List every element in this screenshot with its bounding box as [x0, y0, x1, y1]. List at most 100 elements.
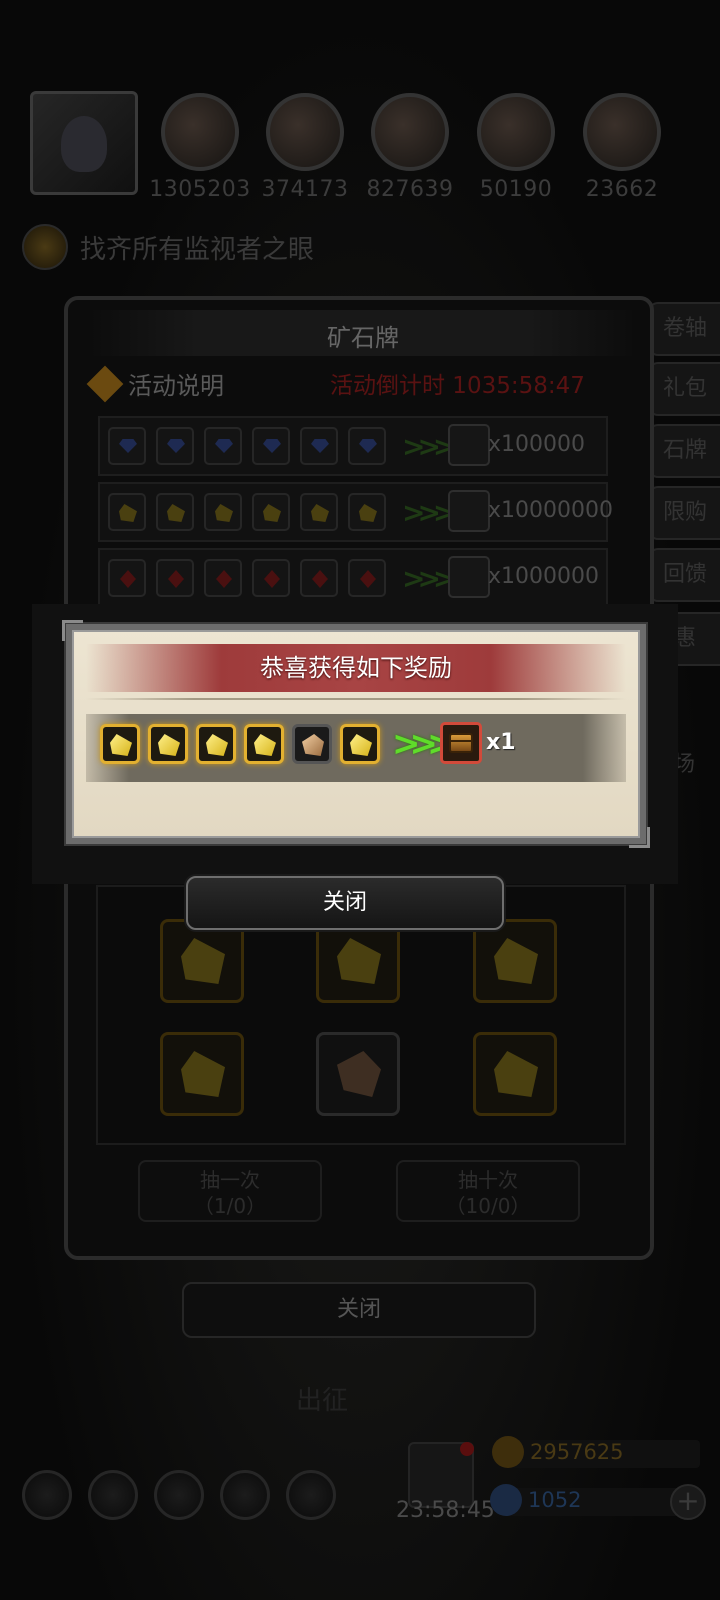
dispatch-label: 出征 — [296, 1386, 349, 1416]
reward-qty: x1 — [486, 730, 516, 755]
notification-dot — [460, 1442, 474, 1456]
warning-icon — [86, 365, 124, 402]
resource-iron-value: 23662 — [585, 177, 659, 202]
reward-item[interactable] — [440, 722, 482, 764]
resource-wood[interactable]: 374173 — [262, 93, 348, 202]
red-gem-icon — [216, 570, 232, 588]
ore-card[interactable] — [473, 919, 557, 1003]
arrow-icon: >>> — [392, 724, 456, 764]
ore-card[interactable] — [316, 1032, 400, 1116]
alliance-icon[interactable] — [154, 1470, 204, 1520]
blue-gem-icon — [359, 439, 377, 453]
settings-icon[interactable] — [22, 1470, 72, 1520]
gold-ore-icon — [181, 1051, 225, 1097]
recipe-row-gold: >>> x10000000 — [98, 482, 613, 542]
resource-crystal-value: 50190 — [479, 177, 553, 202]
gold-ore-icon — [494, 938, 538, 984]
gold-ore-icon — [254, 734, 276, 756]
quest-icon — [22, 224, 68, 270]
gold-ore-slot — [204, 493, 242, 531]
blue-gem-slot — [204, 427, 242, 465]
arrow-icon: >>> — [402, 496, 456, 529]
gold-ore-slot — [156, 493, 194, 531]
draw-once-button[interactable]: 抽一次 （1/0） — [138, 1160, 322, 1222]
gold-ore-icon — [119, 504, 137, 522]
wood-icon — [266, 93, 344, 171]
recipe-qty: x100000 — [488, 432, 586, 457]
resource-wood-value: 374173 — [261, 177, 349, 202]
draw-ten-count: （10/0） — [445, 1194, 531, 1218]
hero-icon[interactable] — [88, 1470, 138, 1520]
blue-gem-icon — [167, 439, 185, 453]
side-tab-stone[interactable]: 石牌 — [648, 424, 720, 478]
popup-close-button[interactable]: 关闭 — [186, 876, 504, 930]
gold-ore-slot — [252, 493, 290, 531]
red-gem-slot — [204, 559, 242, 597]
gold-ore-slot — [244, 724, 284, 764]
resource-stone[interactable]: 827639 — [367, 93, 453, 202]
crystal-reward-icon — [448, 424, 490, 466]
gold-ore-icon — [350, 734, 372, 756]
gold-ore-slot — [300, 493, 338, 531]
red-gem-slot — [108, 559, 146, 597]
quest-tracker[interactable]: 找齐所有监视者之眼 — [22, 222, 314, 272]
blue-gem-slot — [348, 427, 386, 465]
quest-text: 找齐所有监视者之眼 — [80, 234, 315, 265]
event-icon[interactable] — [286, 1470, 336, 1520]
red-gem-icon — [360, 570, 376, 588]
blue-gem-slot — [300, 427, 338, 465]
popup-title: 恭喜获得如下奖励 — [260, 654, 452, 682]
diamond-value: 1052 — [528, 1488, 582, 1512]
ore-card[interactable] — [316, 919, 400, 1003]
gold-ore-icon — [181, 938, 225, 984]
side-tab-reward[interactable]: 回馈 — [648, 548, 720, 602]
ore-card[interactable] — [473, 1032, 557, 1116]
gold-ore-icon — [206, 734, 228, 756]
panel-close-button[interactable]: 关闭 — [182, 1282, 536, 1338]
gold-ore-icon — [494, 1051, 538, 1097]
draw-once-label: 抽一次 — [200, 1168, 260, 1192]
event-info-label: 活动说明 — [128, 372, 224, 400]
reward-popup: 恭喜获得如下奖励 >>> x1 — [62, 620, 650, 848]
gold-ore-slot — [148, 724, 188, 764]
copper-ore-icon — [302, 734, 324, 756]
gold-ore-icon — [359, 504, 377, 522]
resource-meat[interactable]: 1305203 — [149, 93, 250, 202]
gold-ore-slot — [196, 724, 236, 764]
red-gem-slot — [252, 559, 290, 597]
blue-gem-icon — [215, 439, 233, 453]
meat-icon — [161, 93, 239, 171]
coin-reward-icon — [448, 556, 490, 598]
gift-timer: 23:58:45 — [396, 1498, 495, 1523]
stone-icon — [371, 93, 449, 171]
event-info-button[interactable]: 活动说明 — [86, 365, 224, 402]
gold-value: 2957625 — [530, 1440, 624, 1464]
resource-iron[interactable]: 23662 — [582, 93, 662, 202]
resource-bar: 1305203 374173 827639 50190 23662 — [0, 85, 720, 205]
blue-gem-slot — [156, 427, 194, 465]
add-currency-button[interactable]: + — [670, 1484, 706, 1520]
blue-gem-icon — [119, 439, 137, 453]
gold-ore-slot — [340, 724, 380, 764]
resource-crystal[interactable]: 50190 — [476, 93, 556, 202]
mail-icon[interactable] — [220, 1470, 270, 1520]
copper-ore-icon — [337, 1051, 381, 1097]
resource-meat-value: 1305203 — [149, 177, 251, 202]
red-gem-icon — [120, 570, 136, 588]
gold-ore-icon — [311, 504, 329, 522]
ore-card[interactable] — [160, 1032, 244, 1116]
blue-gem-slot — [108, 427, 146, 465]
gold-ore-icon — [337, 938, 381, 984]
arrow-icon: >>> — [402, 430, 456, 463]
gold-ore-slot — [100, 724, 140, 764]
iron-icon — [583, 93, 661, 171]
draw-ten-button[interactable]: 抽十次 （10/0） — [396, 1160, 580, 1222]
player-avatar[interactable] — [30, 91, 138, 195]
red-gem-slot — [156, 559, 194, 597]
side-tab-limited[interactable]: 限购 — [648, 486, 720, 540]
ore-card[interactable] — [160, 919, 244, 1003]
side-tab-gift[interactable]: 礼包 — [648, 362, 720, 416]
red-gem-slot — [348, 559, 386, 597]
side-tab-scroll[interactable]: 卷轴 — [648, 302, 720, 356]
gold-ore-slot — [108, 493, 146, 531]
